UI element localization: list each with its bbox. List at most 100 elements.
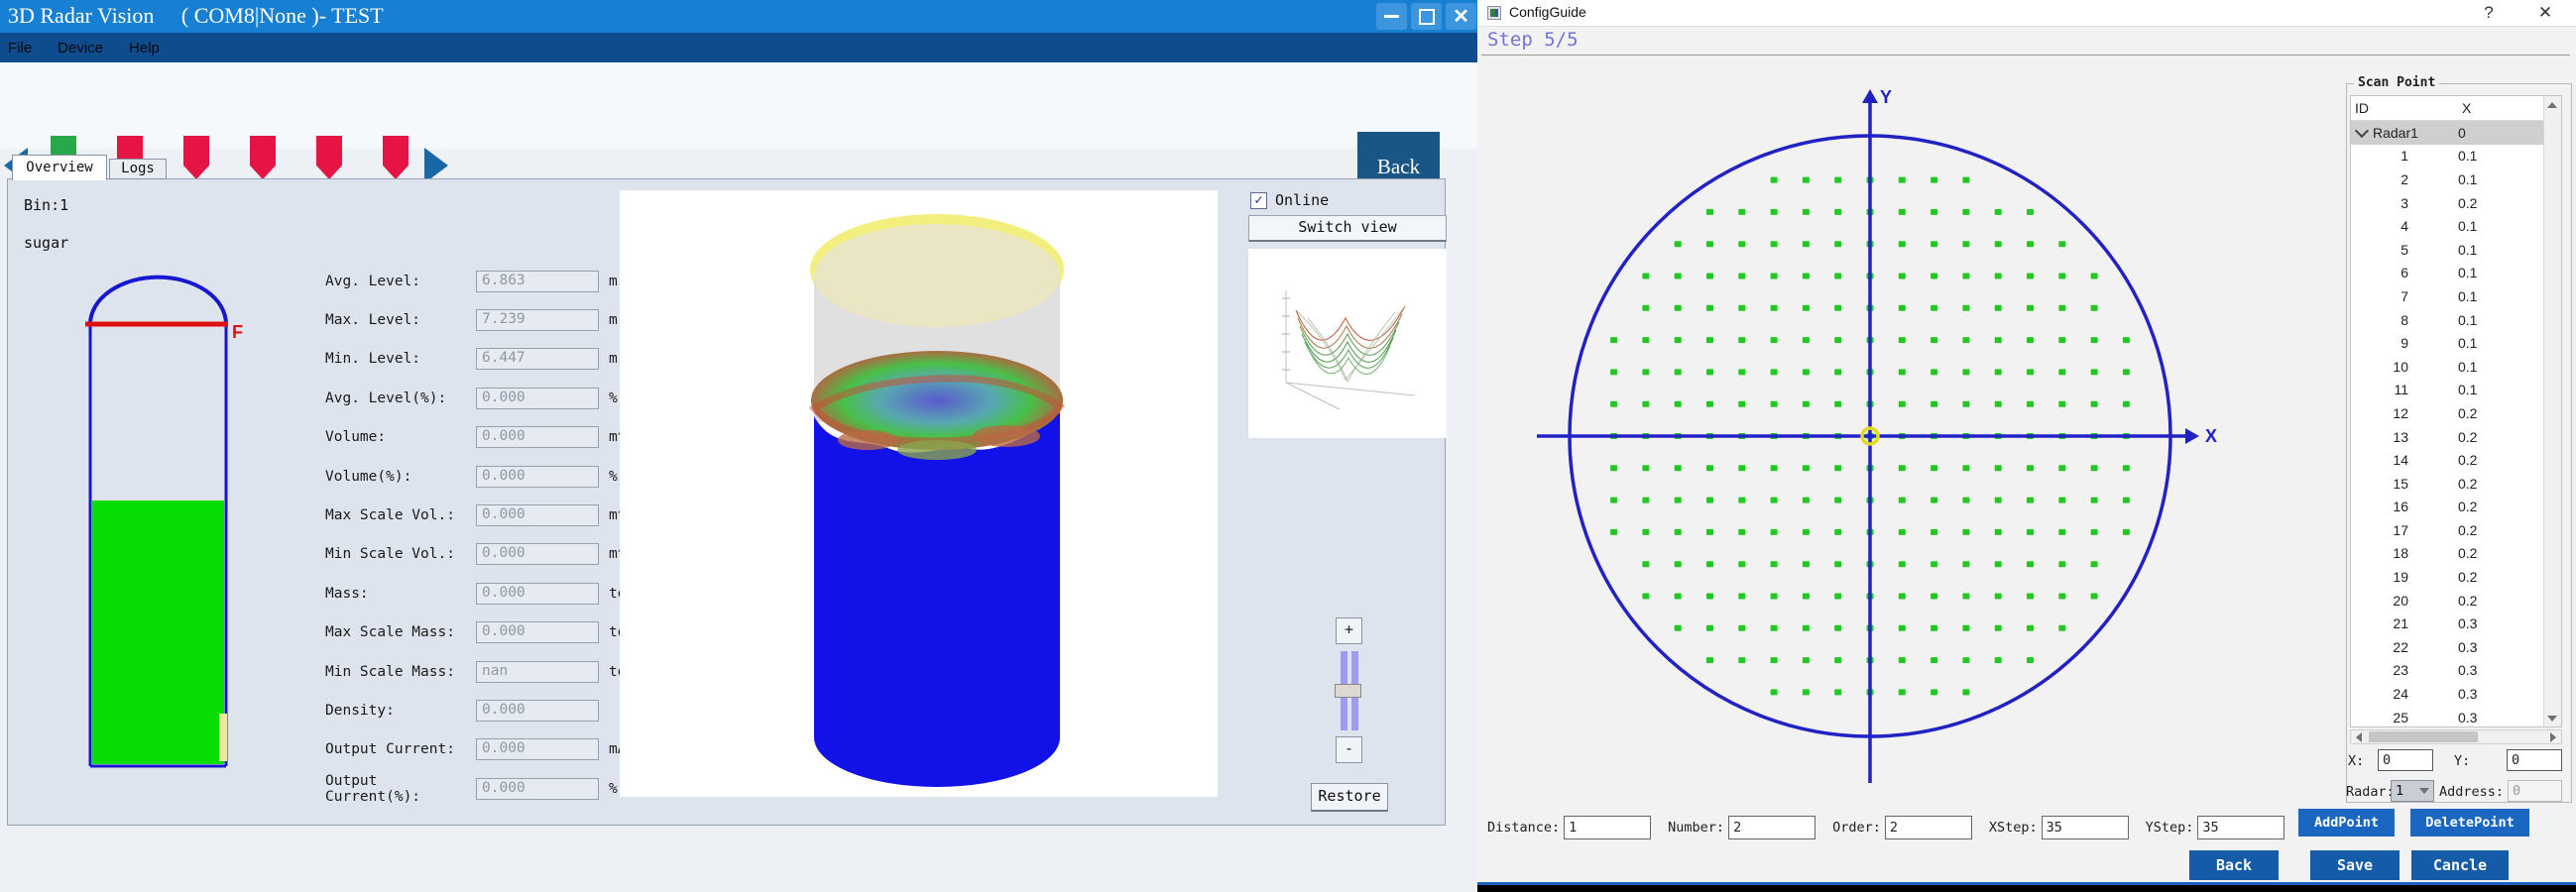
table-row[interactable]: 120.2 <box>2351 401 2544 425</box>
table-row[interactable]: 150.2 <box>2351 472 2544 496</box>
maximize-button[interactable] <box>1411 3 1442 30</box>
table-row[interactable]: 230.3 <box>2351 659 2544 683</box>
menu-help[interactable]: Help <box>129 40 160 56</box>
measurement-row: Mass:0.000ton <box>325 574 635 613</box>
scroll-right-icon[interactable] <box>2545 730 2561 743</box>
table-row[interactable]: 30.2 <box>2351 191 2544 215</box>
table-row[interactable]: 130.2 <box>2351 425 2544 449</box>
scroll-up-icon[interactable] <box>2544 96 2560 113</box>
radar-label: Radar: <box>2346 784 2395 800</box>
ystep-input[interactable] <box>2197 816 2284 839</box>
table-row[interactable]: 200.2 <box>2351 589 2544 613</box>
save-button[interactable]: Save <box>2310 850 2400 880</box>
surface-mesh-thumbnail[interactable] <box>1248 249 1447 438</box>
x-axis-label: X <box>2205 426 2217 446</box>
distance-input[interactable] <box>1564 816 1651 839</box>
field-value-box: 0.000 <box>476 426 599 448</box>
table-row[interactable]: 100.1 <box>2351 355 2544 379</box>
zoom-in-button[interactable]: + <box>1336 617 1362 644</box>
table-row[interactable]: 20.1 <box>2351 167 2544 191</box>
scan-point-group-label: Scan Point <box>2354 75 2439 90</box>
table-row[interactable]: 190.2 <box>2351 565 2544 589</box>
switch-view-button[interactable]: Switch view <box>1248 215 1447 242</box>
table-row[interactable]: 90.1 <box>2351 331 2544 355</box>
material-label: sugar <box>24 234 68 252</box>
field-label: YStep: <box>2146 820 2194 836</box>
table-row[interactable]: 50.1 <box>2351 238 2544 262</box>
table-row[interactable]: 80.1 <box>2351 308 2544 332</box>
zoom-out-button[interactable]: - <box>1336 736 1362 763</box>
y-axis-arrow-icon <box>1862 89 1878 103</box>
restore-button[interactable]: Restore <box>1311 783 1388 812</box>
table-row-radar1[interactable]: Radar10 <box>2351 121 2544 145</box>
horizontal-scrollbar[interactable] <box>2350 729 2562 744</box>
address-label: Address: <box>2439 784 2504 800</box>
table-row[interactable]: 110.1 <box>2351 379 2544 402</box>
table-row[interactable]: 140.2 <box>2351 448 2544 472</box>
tank-level-gauge: F <box>77 263 251 778</box>
table-row[interactable]: 210.3 <box>2351 612 2544 635</box>
table-row[interactable]: 60.1 <box>2351 262 2544 285</box>
field-value-box: 0.000 <box>476 466 599 488</box>
xstep-input[interactable] <box>2042 816 2129 839</box>
measurement-row: Max Scale Vol.:0.000m^3 <box>325 496 635 534</box>
tank-fill-level <box>92 501 224 764</box>
check-icon: ✓ <box>1254 192 1262 208</box>
y-coord-input[interactable] <box>2507 749 2562 771</box>
field-value-box: 0.000 <box>476 778 599 800</box>
tank-sensor-marker <box>219 714 227 761</box>
table-row[interactable]: 240.3 <box>2351 682 2544 706</box>
xstep-field: XStep: <box>1989 816 2129 839</box>
table-row[interactable]: 250.3 <box>2351 706 2544 729</box>
wizard-back-button[interactable]: Back <box>2189 850 2279 880</box>
field-value-box: 7.239 <box>476 309 599 331</box>
column-header-id[interactable]: ID <box>2351 100 2449 116</box>
radar-select[interactable]: 1 <box>2391 780 2434 802</box>
grid-parameter-fields: Distance:Number:Order:XStep:YStep: <box>1487 813 2301 842</box>
vertical-scrollbar[interactable] <box>2543 96 2561 726</box>
measurement-row: Min Scale Vol.:0.000m^3 <box>325 535 635 574</box>
menu-file[interactable]: File <box>8 40 32 56</box>
bin-toolbar: Bin:1Bin:2Bin:3Bin:4Bin:5Bin:6 Back <box>0 62 1477 149</box>
table-row[interactable]: 10.1 <box>2351 145 2544 168</box>
number-input[interactable] <box>1728 816 1815 839</box>
radar-vision-window: 3D Radar Vision ( COM8|None )- TEST ✕ Fi… <box>0 0 1477 892</box>
close-button[interactable]: ✕ <box>1446 3 1476 30</box>
table-row[interactable]: 70.1 <box>2351 284 2544 308</box>
bin-flag-icon <box>383 136 409 179</box>
tab-logs[interactable]: Logs <box>109 159 167 179</box>
delete-point-button[interactable]: DeletePoint <box>2410 809 2529 836</box>
table-row[interactable]: 40.1 <box>2351 214 2544 238</box>
online-checkbox[interactable]: ✓ <box>1250 192 1267 209</box>
table-row[interactable]: 180.2 <box>2351 542 2544 566</box>
cancel-button[interactable]: Cancle <box>2411 850 2509 880</box>
scrollbar-thumb[interactable] <box>2369 731 2478 742</box>
measurement-fields: Avg. Level:6.863mMax. Level:7.239mMin. L… <box>325 262 635 808</box>
field-label: Avg. Level(%): <box>325 390 476 406</box>
measurement-row: Min. Level:6.447m <box>325 340 635 379</box>
table-row[interactable]: 220.3 <box>2351 635 2544 659</box>
field-label: Volume: <box>325 429 476 445</box>
x-coord-input[interactable] <box>2378 749 2433 771</box>
scroll-down-icon[interactable] <box>2544 710 2560 726</box>
field-label: Max. Level: <box>325 312 476 328</box>
field-unit: m <box>609 351 618 367</box>
mesh-plot-icon <box>1248 249 1447 438</box>
table-row[interactable]: 170.2 <box>2351 518 2544 542</box>
x-coord-label: X: <box>2348 753 2364 769</box>
add-point-button[interactable]: AddPoint <box>2298 809 2395 836</box>
order-input[interactable] <box>1885 816 1972 839</box>
field-label: Max Scale Vol.: <box>325 507 476 523</box>
minimize-button[interactable] <box>1376 3 1407 30</box>
field-value-box: 0.000 <box>476 700 599 722</box>
menu-device[interactable]: Device <box>58 40 103 56</box>
field-value-box: 0.000 <box>476 504 599 526</box>
scroll-left-icon[interactable] <box>2351 730 2367 743</box>
bin-3d-view[interactable] <box>620 190 1218 797</box>
field-label: Avg. Level: <box>325 274 476 289</box>
expand-chevron-icon[interactable] <box>2355 124 2369 138</box>
zoom-slider-handle[interactable] <box>1335 684 1361 698</box>
cylinder-material-body <box>814 412 1060 787</box>
tab-overview[interactable]: Overview <box>12 155 107 180</box>
table-row[interactable]: 160.2 <box>2351 496 2544 519</box>
